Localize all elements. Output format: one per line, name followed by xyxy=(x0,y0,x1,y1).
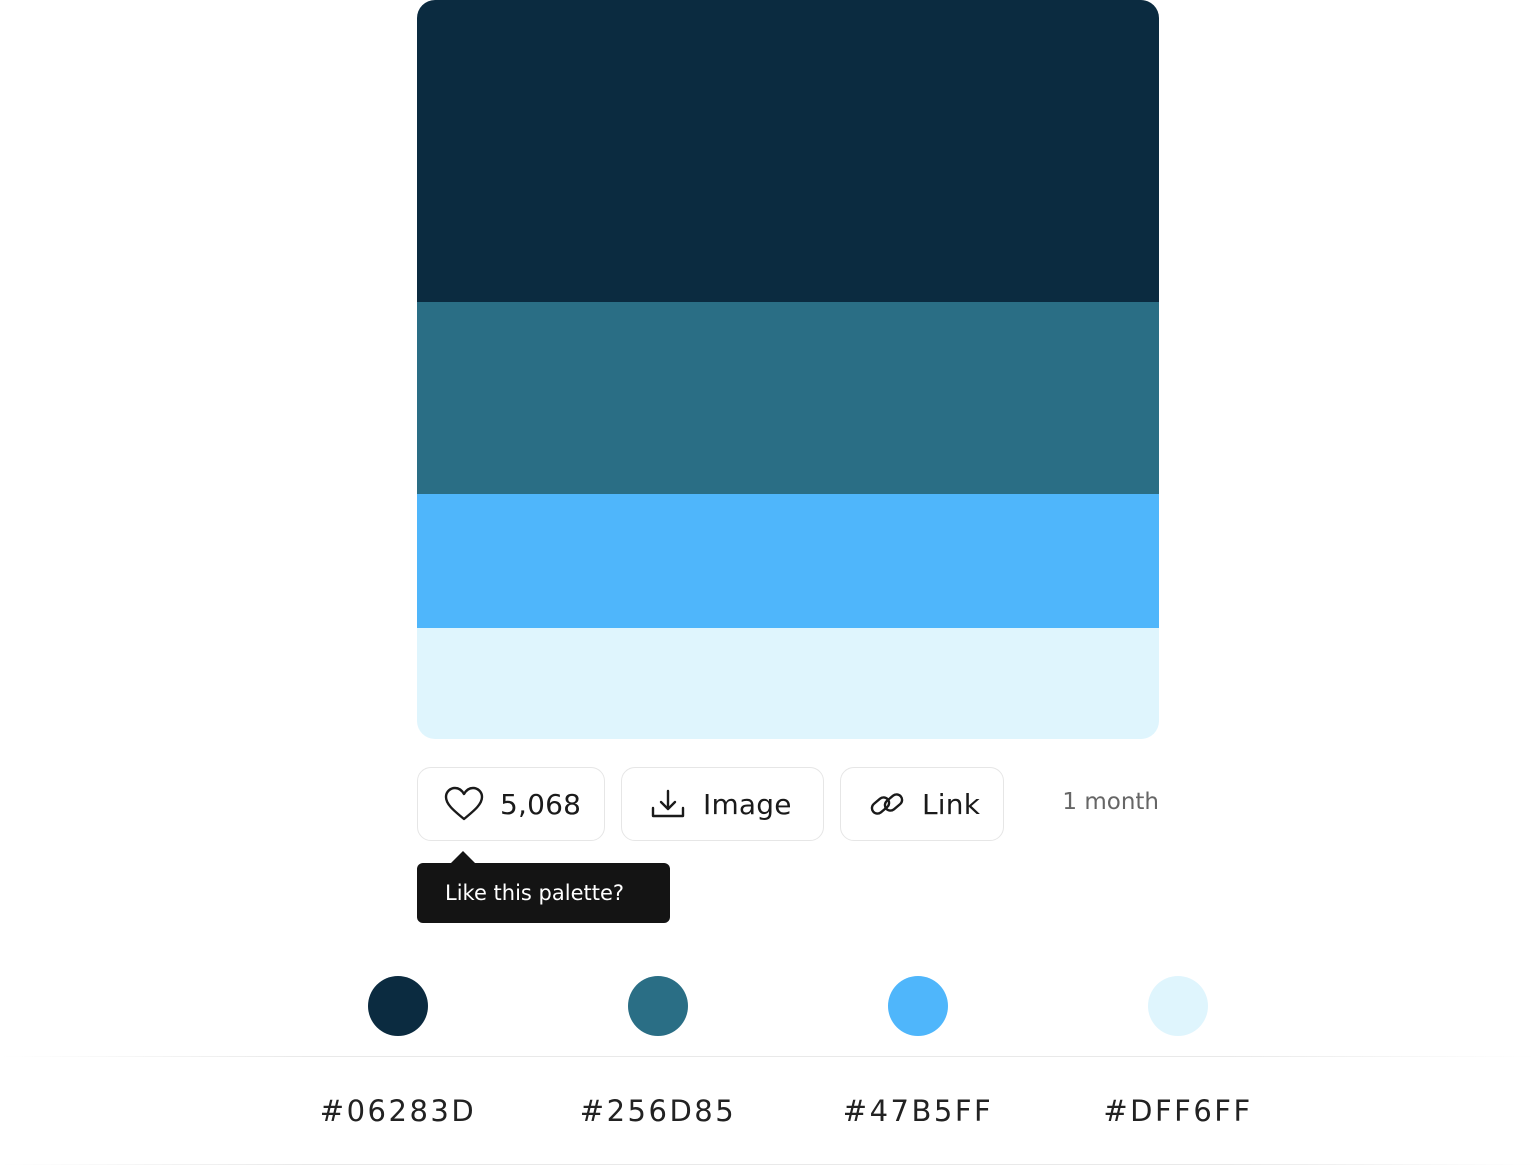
palette-actions: 5,068 Image Link 1 month xyxy=(417,767,1159,843)
swatch-dot[interactable] xyxy=(628,976,688,1036)
palette-color-band[interactable] xyxy=(417,628,1159,739)
like-count: 5,068 xyxy=(500,787,582,821)
swatch-dot[interactable] xyxy=(368,976,428,1036)
image-button-label: Image xyxy=(703,787,792,821)
download-icon xyxy=(650,788,686,820)
like-button[interactable]: 5,068 xyxy=(417,767,605,841)
tooltip-text: Like this palette? xyxy=(445,881,625,905)
palette-color-band[interactable] xyxy=(417,302,1159,494)
swatch-hex[interactable]: #47B5FF xyxy=(788,1094,1048,1128)
swatch-hex[interactable]: #256D85 xyxy=(528,1094,788,1128)
swatch-hex[interactable]: #06283D xyxy=(268,1094,528,1128)
swatch-dot[interactable] xyxy=(1148,976,1208,1036)
divider xyxy=(0,1056,1536,1057)
heart-icon xyxy=(444,786,484,822)
like-tooltip: Like this palette? xyxy=(417,851,670,923)
color-swatch[interactable]: #06283D xyxy=(268,976,528,1128)
swatch-hex[interactable]: #DFF6FF xyxy=(1048,1094,1308,1128)
palette-age: 1 month xyxy=(1062,789,1159,815)
color-swatch[interactable]: #DFF6FF xyxy=(1048,976,1308,1128)
palette-color-band[interactable] xyxy=(417,0,1159,302)
palette-preview[interactable] xyxy=(417,0,1159,739)
swatch-dot[interactable] xyxy=(888,976,948,1036)
color-swatch[interactable]: #256D85 xyxy=(528,976,788,1128)
palette-color-band[interactable] xyxy=(417,494,1159,628)
link-button-label: Link xyxy=(922,787,981,821)
link-icon xyxy=(868,788,906,820)
download-image-button[interactable]: Image xyxy=(621,767,824,841)
copy-link-button[interactable]: Link xyxy=(840,767,1004,841)
tooltip-arrow xyxy=(451,851,475,863)
divider xyxy=(0,1164,1536,1165)
color-swatch[interactable]: #47B5FF xyxy=(788,976,1048,1128)
